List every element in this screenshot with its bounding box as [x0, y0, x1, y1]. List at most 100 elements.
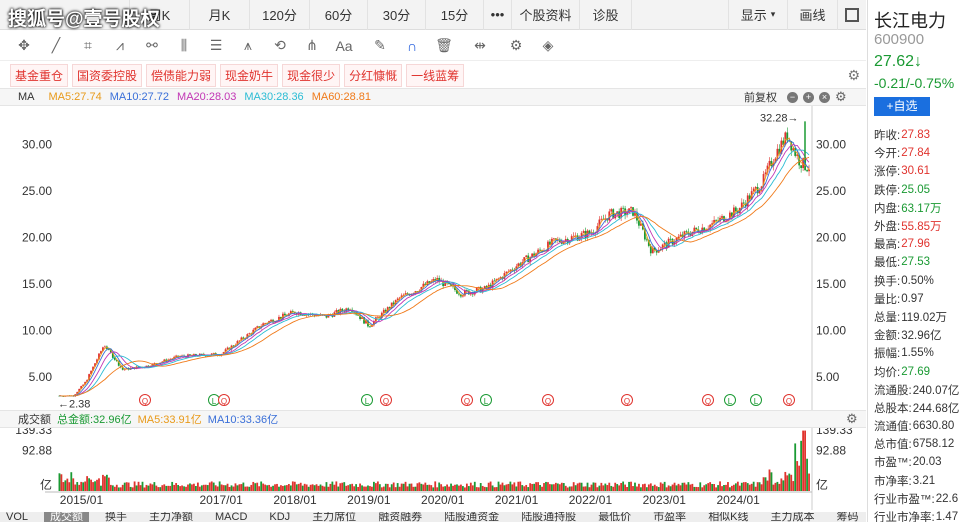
ma-settings-gear-icon[interactable]: ⚙ — [835, 89, 847, 105]
candle-body — [645, 239, 648, 241]
tab-120min[interactable]: 120分 — [250, 0, 310, 30]
indicator-tab[interactable]: KDJ — [263, 512, 296, 522]
volume-bar — [129, 486, 132, 491]
indicator-tab[interactable]: VOL — [0, 512, 34, 522]
text-tool-icon[interactable]: Aa — [328, 33, 360, 59]
settings-gear-icon[interactable]: ⚙ — [500, 33, 532, 59]
vol-tick-left: 92.88 — [22, 443, 52, 457]
indicator-tab[interactable]: 主力净额 — [143, 512, 199, 522]
bars-tool-icon[interactable]: ⫼ — [168, 33, 200, 59]
indicator-tab[interactable]: 成交额 — [44, 512, 90, 522]
candle-body — [604, 218, 607, 220]
indicator-tab[interactable]: 陆股通持股 — [515, 512, 582, 522]
tag-settings-gear-icon[interactable]: ⚙ — [847, 67, 860, 84]
volume-bar — [806, 458, 808, 491]
candle-body — [570, 236, 573, 241]
indicator-tab[interactable]: 主力席位 — [306, 512, 362, 522]
zoom-fit-icon[interactable]: ⇹ — [464, 33, 496, 59]
candle-body — [727, 219, 729, 222]
candle-body — [418, 290, 421, 292]
wave-tool-icon[interactable]: ⩚ — [232, 33, 264, 59]
tab-stock-profile[interactable]: 个股资料 — [512, 0, 580, 30]
volume-settings-gear-icon[interactable]: ⚙ — [846, 411, 858, 427]
crop-tool-icon[interactable]: ⌗ — [72, 33, 104, 59]
adjustment-dropdown[interactable]: 前复权 — [744, 89, 777, 105]
candle-body — [717, 220, 719, 222]
candle-body — [390, 302, 393, 309]
indicator-tab[interactable]: 陆股通资金 — [438, 512, 505, 522]
volume-bar — [786, 475, 789, 491]
tag-cash-cow[interactable]: 现金奶牛 — [220, 63, 279, 87]
minus-icon[interactable]: − — [787, 91, 798, 103]
line-tool-icon[interactable]: ╱ — [40, 33, 72, 59]
plus-icon[interactable]: + — [803, 91, 814, 103]
close-icon[interactable]: × — [819, 91, 830, 103]
volume-bar — [175, 483, 178, 491]
indicator-tab[interactable]: 最低价 — [592, 512, 637, 522]
volume-bar — [614, 482, 617, 491]
volume-bar — [618, 485, 621, 491]
display-dropdown[interactable]: 显示 ▾ — [728, 0, 788, 30]
tag-blue-chip[interactable]: 一线蓝筹 — [406, 63, 465, 87]
indicator-tab[interactable]: 市盈率 — [647, 512, 692, 522]
tag-low-cash[interactable]: 现金很少 — [282, 63, 341, 87]
tab-diagnose[interactable]: 诊股 — [580, 0, 632, 30]
candle-body — [711, 223, 714, 225]
quote-value: 1.47 — [935, 511, 959, 522]
indicator-tab[interactable]: 换手 — [99, 512, 133, 522]
candle-body — [750, 191, 753, 200]
fib-tool-icon[interactable]: ☰ — [200, 33, 232, 59]
fan-tool-icon[interactable]: ⩘ — [104, 33, 136, 59]
tag-weak-solvency[interactable]: 偿债能力弱 — [146, 63, 217, 87]
volume-bar — [62, 482, 65, 491]
indicator-tab[interactable]: 融资融券 — [372, 512, 428, 522]
tag-fund-holding[interactable]: 基金重仓 — [10, 63, 69, 87]
tag-sasac[interactable]: 国资委控股 — [72, 63, 143, 87]
quote-value: 27.69 — [901, 365, 930, 378]
crosshair-icon[interactable]: ✥ — [8, 33, 40, 59]
add-watchlist-button[interactable]: +自选 — [874, 97, 930, 116]
volume-bar — [746, 483, 749, 491]
indicator-tab[interactable]: 筹码 — [831, 512, 865, 522]
link-tool-icon[interactable]: ⚯ — [136, 33, 168, 59]
tab-30min[interactable]: 30分 — [368, 0, 426, 30]
candle-body — [291, 311, 294, 312]
quote-value: 27.83 — [901, 129, 930, 142]
draw-line-button[interactable]: 画线 — [788, 0, 838, 30]
candle-body — [240, 337, 243, 341]
indicator-tab[interactable]: MACD — [209, 512, 253, 522]
volume-bar — [394, 487, 397, 491]
tab-15min[interactable]: 15分 — [426, 0, 484, 30]
volume-bar — [560, 482, 563, 491]
volume-bar — [102, 474, 104, 491]
tag-generous-dividend[interactable]: 分红慷慨 — [344, 63, 403, 87]
quote-key: 流通值: — [874, 421, 912, 434]
volume-bar — [766, 480, 769, 491]
magnet-icon[interactable]: ∩ — [396, 33, 428, 59]
indicator-tab[interactable]: 主力成本 — [765, 512, 821, 522]
candle-body — [554, 238, 557, 241]
chevron-down-icon: ▾ — [770, 9, 776, 19]
candle-body — [804, 158, 806, 171]
pitchfork-tool-icon[interactable]: ⋔ — [296, 33, 328, 59]
panel-toggle-icon[interactable] — [838, 0, 866, 30]
tab-60min[interactable]: 60分 — [310, 0, 368, 30]
volume-bar — [220, 484, 223, 491]
candle-body — [748, 195, 751, 200]
tab-monthly[interactable]: 月K — [190, 0, 250, 30]
volume-bar — [107, 477, 110, 491]
candle-body — [707, 228, 710, 230]
volume-bar — [685, 484, 688, 491]
pencil-icon[interactable]: ✎ — [364, 33, 396, 59]
more-tabs-button[interactable]: ••• — [484, 0, 512, 30]
candle-body — [331, 314, 334, 317]
candle-body — [695, 227, 698, 230]
cycle-tool-icon[interactable]: ⟲ — [264, 33, 296, 59]
watermark: 搜狐号@壹号股权 — [8, 9, 160, 30]
indicator-tab[interactable]: 相似K线 — [702, 512, 754, 522]
trash-icon[interactable]: 🗑 — [428, 33, 460, 59]
volume-bar — [507, 483, 510, 491]
candle-body — [659, 248, 662, 251]
quote-row: 总市值: 6758.12 — [874, 435, 970, 453]
layers-icon[interactable]: ◈ — [532, 33, 564, 59]
